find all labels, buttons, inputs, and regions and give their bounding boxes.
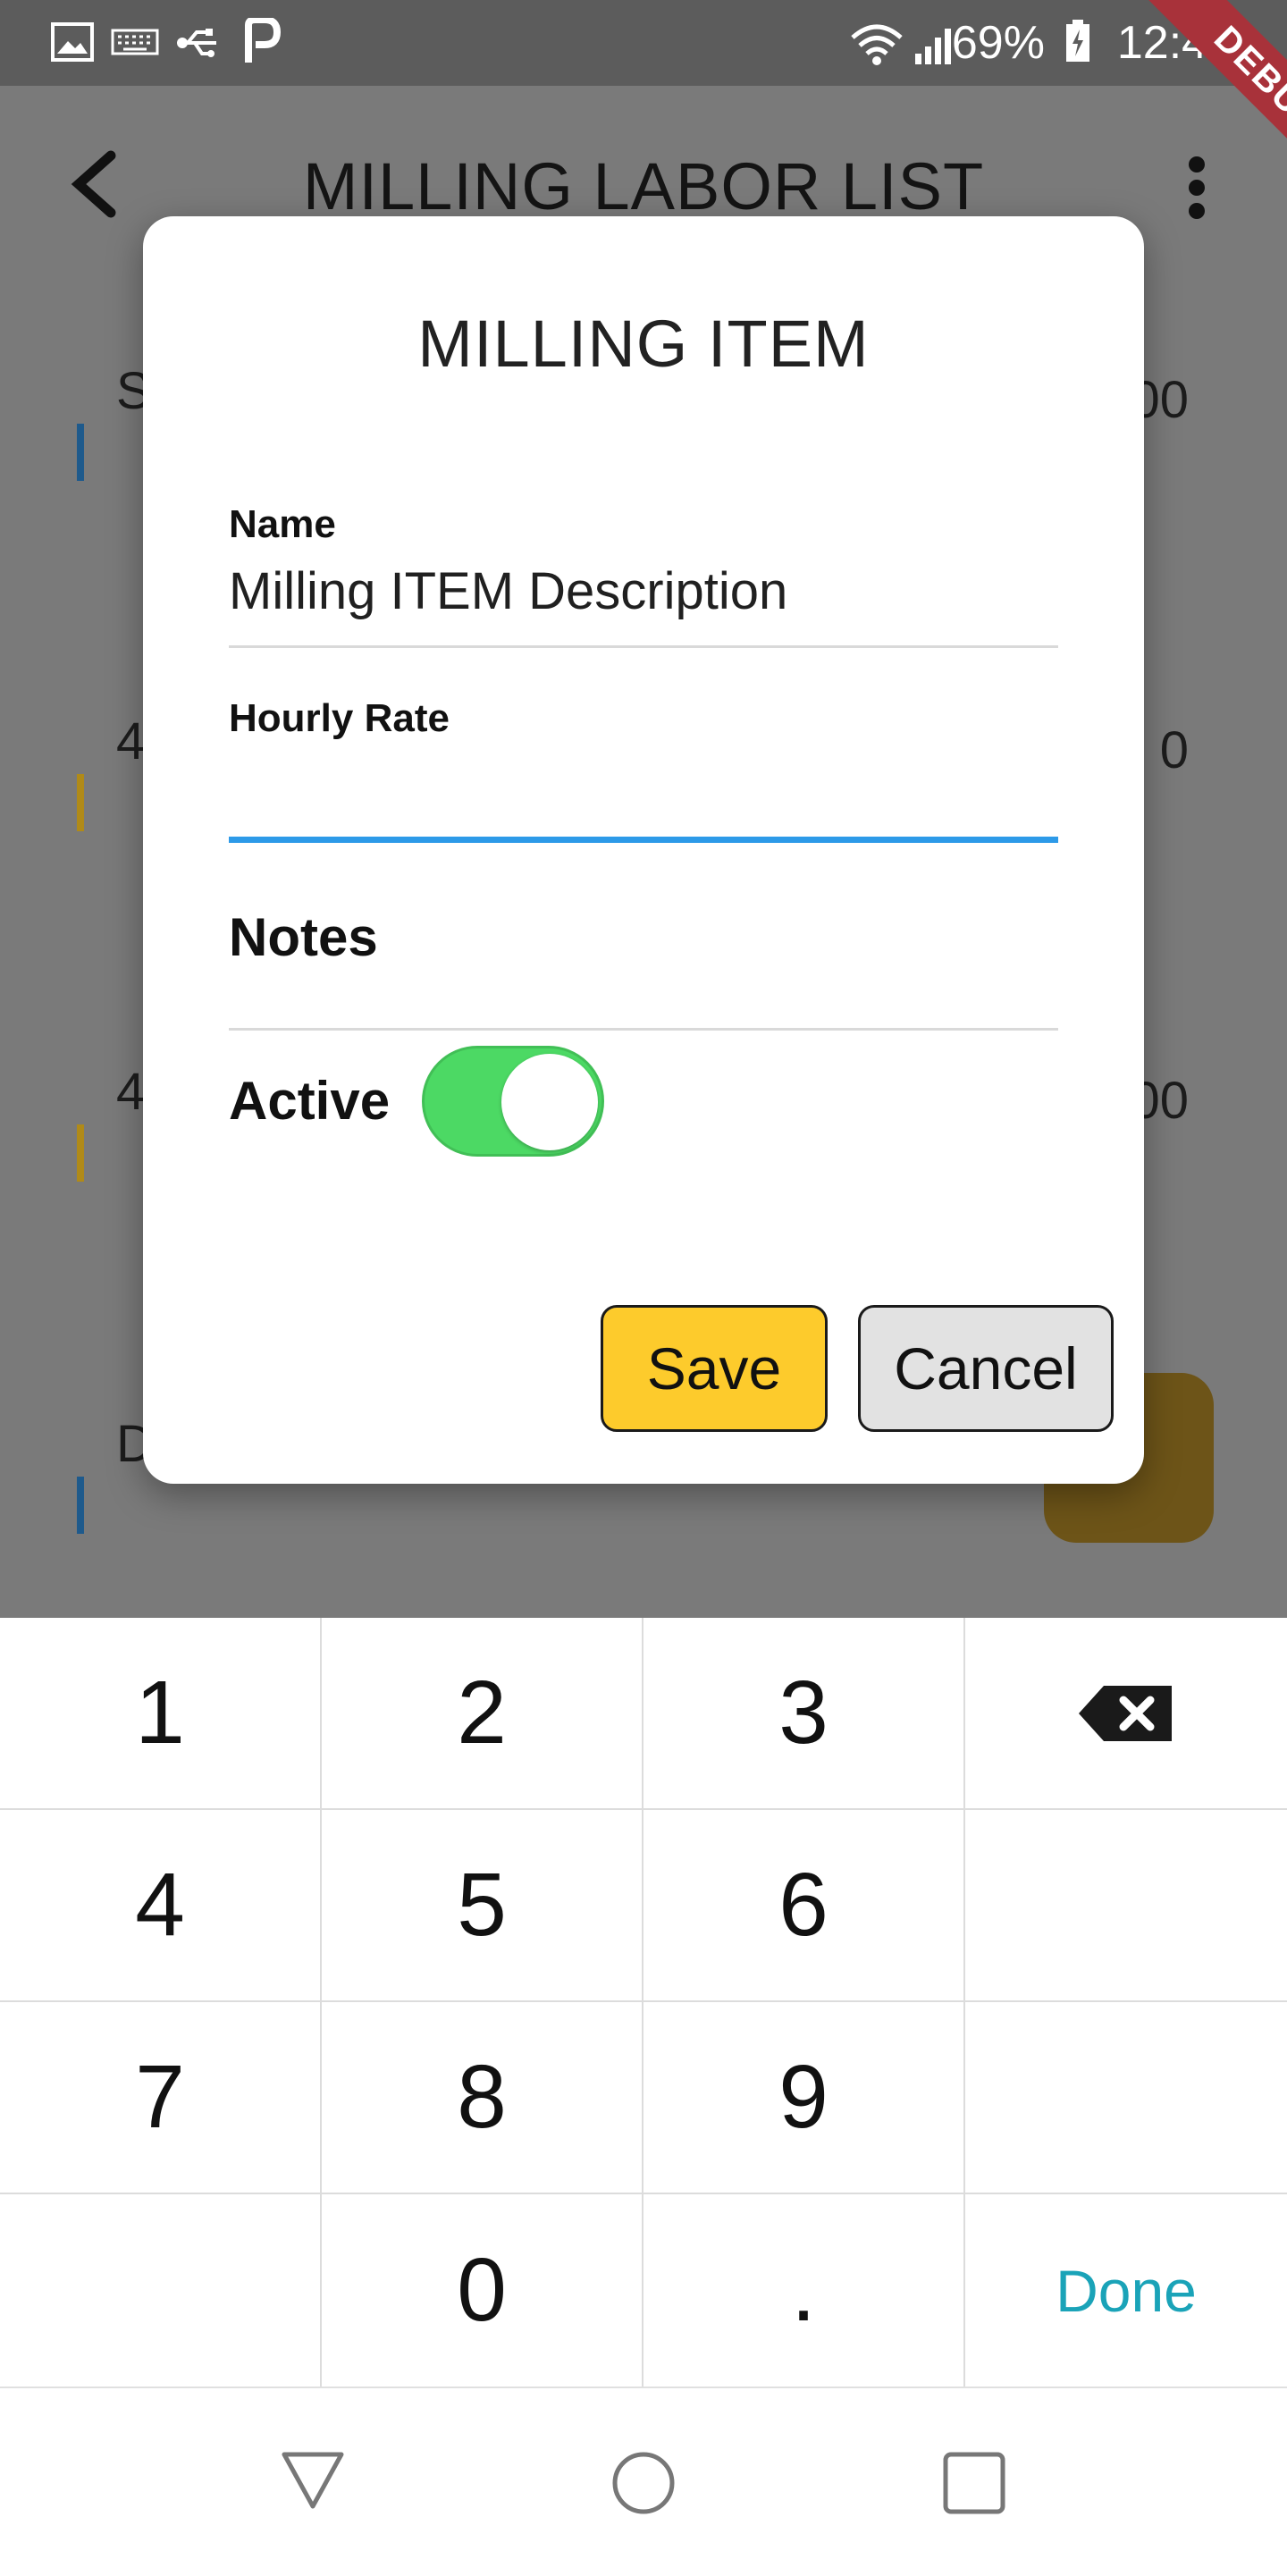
- key-6[interactable]: 6: [644, 1810, 965, 2002]
- key-7[interactable]: 7: [0, 2002, 322, 2194]
- battery-charging-icon: [1066, 20, 1090, 62]
- key-3[interactable]: 3: [644, 1618, 965, 1810]
- wifi-icon: [851, 24, 903, 65]
- nav-recents-icon[interactable]: [942, 2451, 1006, 2515]
- notes-underline: [229, 1028, 1058, 1031]
- list-item-value: 0: [1159, 721, 1189, 779]
- dialog-title: MILLING ITEM: [417, 307, 870, 381]
- key-2[interactable]: 2: [322, 1618, 644, 1810]
- toggle-knob: [501, 1054, 598, 1150]
- usb-icon: [177, 29, 216, 57]
- page-title: MILLING LABOR LIST: [302, 149, 985, 223]
- save-button[interactable]: Save: [601, 1305, 828, 1432]
- hourly-rate-input[interactable]: [229, 753, 1058, 842]
- notes-field[interactable]: Notes: [229, 906, 378, 968]
- list-item-title: 4: [116, 1063, 146, 1121]
- row-accent-bar: [77, 1477, 84, 1534]
- numeric-keypad: 1 2 3 4 5 6 7 8 9 0 . Done: [0, 1618, 1287, 2387]
- backspace-key[interactable]: [965, 1618, 1287, 1810]
- key-0[interactable]: 0: [322, 2194, 644, 2387]
- blank-key: [965, 1810, 1287, 2002]
- name-label: Name: [229, 502, 336, 546]
- active-label: Active: [229, 1071, 391, 1131]
- p-icon: [245, 18, 281, 63]
- battery-percent: 69%: [951, 17, 1045, 69]
- name-field[interactable]: Milling ITEM Description: [229, 561, 787, 621]
- key-8[interactable]: 8: [322, 2002, 644, 2194]
- gallery-icon: [51, 22, 94, 62]
- key-5[interactable]: 5: [322, 1810, 644, 2002]
- key-4[interactable]: 4: [0, 1810, 322, 2002]
- hourly-rate-label: Hourly Rate: [229, 696, 450, 740]
- list-item-title: 4: [116, 712, 146, 770]
- backspace-icon: [1079, 1685, 1172, 1741]
- active-toggle[interactable]: [422, 1046, 604, 1157]
- row-accent-bar: [77, 424, 84, 481]
- hourly-rate-underline-focused: [229, 837, 1058, 843]
- status-bar: 69% 12:42: [0, 0, 1287, 86]
- nav-back-icon[interactable]: [281, 2451, 345, 2510]
- keyboard-icon: [111, 29, 159, 55]
- nav-home-icon[interactable]: [611, 2451, 676, 2515]
- done-key[interactable]: Done: [965, 2194, 1287, 2387]
- more-vert-icon[interactable]: [1185, 156, 1208, 220]
- name-underline: [229, 645, 1058, 648]
- cancel-button[interactable]: Cancel: [858, 1305, 1114, 1432]
- key-9[interactable]: 9: [644, 2002, 965, 2194]
- blank-key: [965, 2002, 1287, 2194]
- key-1[interactable]: 1: [0, 1618, 322, 1810]
- blank-key: [0, 2194, 322, 2387]
- row-accent-bar: [77, 1124, 84, 1182]
- row-accent-bar: [77, 774, 84, 831]
- milling-item-dialog: MILLING ITEM Name Milling ITEM Descripti…: [143, 216, 1144, 1484]
- key-decimal[interactable]: .: [644, 2194, 965, 2387]
- system-nav-bar: [0, 2387, 1287, 2576]
